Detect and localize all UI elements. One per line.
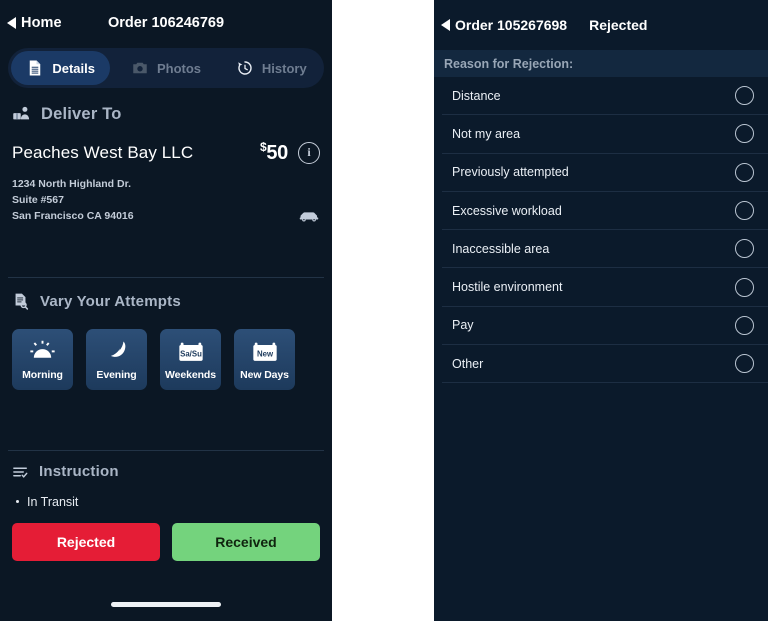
home-back-button[interactable]: Home	[0, 15, 62, 31]
vary-attempts-section: Vary Your Attempts Mor	[0, 292, 332, 390]
history-clock-icon	[236, 59, 254, 77]
address-line-3: San Francisco CA 94016	[12, 209, 134, 225]
list-item[interactable]: Other	[442, 345, 768, 383]
radio-button-icon[interactable]	[735, 86, 754, 105]
instruction-status-row: In Transit	[12, 495, 320, 509]
price-value: 50	[266, 142, 288, 164]
tab-photos-label: Photos	[157, 61, 201, 76]
left-header: Home Order 106246769	[0, 0, 332, 46]
order-details-panel: Home Order 106246769 Details	[0, 0, 332, 621]
radio-button-icon[interactable]	[735, 163, 754, 182]
list-item[interactable]: Previously attempted	[442, 154, 768, 192]
instruction-title-row: Instruction	[12, 463, 320, 481]
attempt-tile-evening[interactable]: Evening	[86, 329, 147, 390]
screenshot-root: Home Order 106246769 Details	[0, 0, 768, 621]
reason-label: Hostile environment	[452, 280, 562, 294]
camera-icon	[131, 59, 149, 77]
order-back-button[interactable]: Order 105267698	[441, 17, 567, 33]
reason-for-rejection-bar: Reason for Rejection:	[434, 50, 768, 77]
home-back-label: Home	[21, 15, 62, 31]
reason-label: Pay	[452, 318, 474, 332]
tab-details[interactable]: Details	[11, 51, 110, 85]
order-price: $50	[260, 140, 288, 165]
attempt-tile-weekends[interactable]: Sa/Su Weekends	[160, 329, 221, 390]
calendar-icon: New	[251, 338, 279, 365]
attempt-tile-weekends-label: Weekends	[165, 369, 216, 381]
customer-row: Peaches West Bay LLC $50 i	[12, 140, 320, 165]
deliver-to-section: Deliver To Peaches West Bay LLC $50 i 12…	[0, 104, 332, 225]
deliver-to-title-row: Deliver To	[12, 104, 320, 124]
list-item[interactable]: Not my area	[442, 115, 768, 153]
calendar-badge-weekends: Sa/Su	[180, 350, 202, 359]
list-item[interactable]: Pay	[442, 307, 768, 345]
customer-name: Peaches West Bay LLC	[12, 143, 193, 163]
reason-label: Inaccessible area	[452, 242, 549, 256]
radio-button-icon[interactable]	[735, 239, 754, 258]
instruction-title: Instruction	[39, 463, 119, 480]
bullet-dot-icon	[16, 500, 19, 503]
attempt-tiles: Morning Evening	[12, 329, 320, 390]
instruction-status: In Transit	[27, 495, 78, 509]
right-header-title: Order 105267698	[455, 17, 567, 33]
tab-history-label: History	[262, 61, 307, 76]
tab-photos[interactable]: Photos	[116, 51, 215, 85]
vary-attempts-title: Vary Your Attempts	[40, 293, 181, 310]
instruction-section: Instruction In Transit Rejected Received	[0, 463, 332, 561]
reason-label: Other	[452, 357, 483, 371]
customer-meta: $50 i	[260, 140, 320, 165]
rejected-button[interactable]: Rejected	[12, 523, 160, 561]
vary-attempts-title-row: Vary Your Attempts	[12, 292, 320, 311]
list-item[interactable]: Distance	[442, 77, 768, 115]
list-item[interactable]: Inaccessible area	[442, 230, 768, 268]
list-item[interactable]: Excessive workload	[442, 192, 768, 230]
rejection-reason-panel: Order 105267698 Rejected Reason for Reje…	[434, 0, 768, 621]
tab-details-label: Details	[52, 61, 95, 76]
deliver-to-title: Deliver To	[41, 105, 122, 124]
reason-label: Not my area	[452, 127, 520, 141]
triangle-left-icon	[441, 19, 450, 31]
address-row: 1234 North Highland Dr. Suite #567 San F…	[12, 177, 320, 225]
attempt-tile-morning-label: Morning	[22, 369, 63, 381]
received-button[interactable]: Received	[172, 523, 320, 561]
document-search-icon	[12, 292, 31, 311]
info-circle-icon[interactable]: i	[298, 142, 320, 164]
radio-button-icon[interactable]	[735, 316, 754, 335]
radio-button-icon[interactable]	[735, 201, 754, 220]
attempt-tile-new-days[interactable]: New New Days	[234, 329, 295, 390]
tab-history[interactable]: History	[222, 51, 321, 85]
triangle-left-icon	[7, 17, 16, 29]
right-header: Order 105267698 Rejected	[434, 0, 768, 50]
attempt-tile-morning[interactable]: Morning	[12, 329, 73, 390]
rejected-status-label: Rejected	[589, 17, 647, 33]
radio-button-icon[interactable]	[735, 278, 754, 297]
reason-label: Previously attempted	[452, 165, 569, 179]
action-button-row: Rejected Received	[12, 523, 320, 561]
radio-button-icon[interactable]	[735, 124, 754, 143]
calendar-icon: Sa/Su	[177, 338, 205, 365]
calendar-badge-new: New	[256, 350, 273, 359]
divider-attempts	[8, 277, 324, 278]
sun-icon	[29, 338, 56, 365]
delivery-address: 1234 North Highland Dr. Suite #567 San F…	[12, 177, 134, 225]
reason-label: Excessive workload	[452, 204, 562, 218]
reason-label: Distance	[452, 89, 501, 103]
moon-icon	[104, 338, 130, 365]
attempt-tile-new-days-label: New Days	[240, 369, 289, 381]
tab-bar: Details Photos History	[8, 48, 324, 88]
list-item[interactable]: Hostile environment	[442, 268, 768, 306]
reason-list: Distance Not my area Previously attempte…	[434, 77, 768, 383]
document-icon	[26, 59, 44, 77]
list-check-icon	[12, 463, 30, 481]
home-indicator[interactable]	[111, 602, 221, 607]
delivery-person-icon	[12, 104, 32, 124]
attempt-tile-evening-label: Evening	[96, 369, 136, 381]
address-line-2: Suite #567	[12, 193, 134, 209]
radio-button-icon[interactable]	[735, 354, 754, 373]
address-line-1: 1234 North Highland Dr.	[12, 177, 134, 193]
divider-instruction	[8, 450, 324, 451]
car-icon[interactable]	[298, 208, 320, 224]
